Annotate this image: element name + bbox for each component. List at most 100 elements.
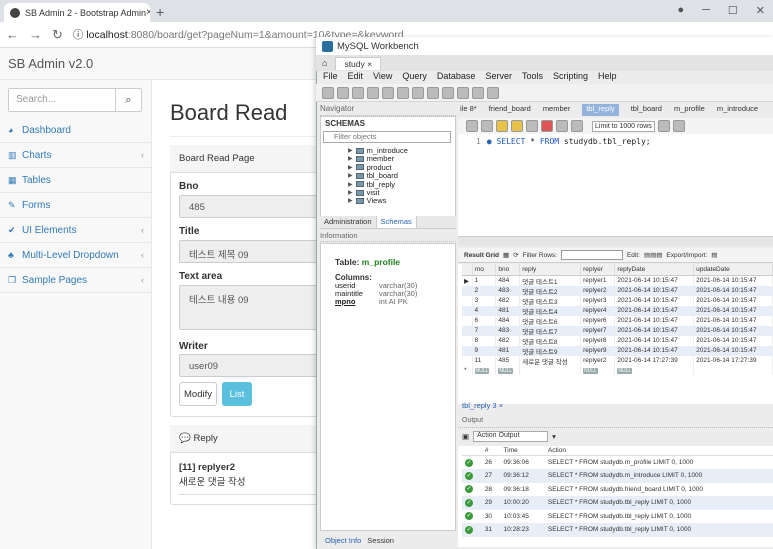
grid-cell[interactable]: replyer1 [580, 275, 616, 286]
grid-cell[interactable]: 3 [472, 295, 497, 306]
grid-cell[interactable]: 댓글 테스트8 [519, 335, 582, 346]
grid-cell[interactable]: 2021-06-14 10:15:47 [614, 275, 695, 286]
new-row[interactable]: * NULL NULL NULL NULL [462, 365, 773, 376]
menu-item[interactable]: Help [598, 71, 617, 84]
grid-cell[interactable]: 485 [495, 355, 521, 366]
navigator-tab[interactable]: Schemas [376, 216, 417, 228]
grid-cell[interactable]: 댓글 테스트7 [519, 325, 582, 336]
grid-cell[interactable]: NULL [580, 365, 616, 376]
bno-field[interactable]: 485 [179, 195, 320, 218]
grid-cell[interactable]: 483 [495, 325, 521, 336]
beautify-icon[interactable] [657, 120, 670, 132]
grid-cell[interactable]: 11 [472, 355, 497, 366]
sidebar-search[interactable]: Search... ⌕ [8, 88, 142, 112]
menu-item[interactable]: Edit [348, 71, 364, 84]
grid-cell[interactable]: replyer3 [580, 295, 616, 306]
grid-cell[interactable]: 2021-06-14 17:27:39 [693, 355, 773, 366]
sidebar-item[interactable]: ✎ Forms [0, 193, 152, 218]
table-row[interactable]: 7 483 댓글 테스트7 replyer7 2021-06-14 10:15:47 20… [462, 325, 773, 336]
sidebar-item[interactable]: ✔ UI Elements ‹ [0, 218, 152, 243]
grid-cell[interactable]: replyer2 [580, 355, 616, 366]
grid-cell[interactable]: 2021-06-14 10:15:47 [693, 285, 773, 296]
browser-tab[interactable]: SB Admin 2 - Bootstrap Admin × [4, 3, 150, 22]
expand-icon[interactable]: ▶ [348, 189, 353, 196]
grid-cell[interactable]: 2021-06-14 10:15:47 [693, 345, 773, 356]
toolbar-button-icon[interactable] [472, 86, 484, 99]
table-row[interactable]: 8 482 댓글 테스트8 replyer8 2021-06-14 10:15:47 20… [462, 335, 773, 346]
toolbar-button-icon[interactable] [457, 86, 469, 99]
grid-column-header[interactable]: replyDate [614, 264, 695, 276]
save-icon[interactable] [481, 120, 493, 132]
output-row[interactable]: ✓ 29 10:00:20 SELECT * FROM studydb.tbl_rep… [462, 496, 773, 510]
expand-icon[interactable]: ▶ [348, 155, 353, 162]
close-tab-icon[interactable]: × [146, 7, 150, 18]
expand-icon[interactable]: ▶ [348, 172, 353, 179]
menu-item[interactable]: Scripting [553, 71, 588, 84]
execute-line-icon[interactable] [511, 120, 523, 132]
grid-cell[interactable]: 482 [495, 335, 521, 346]
back-icon[interactable]: ← [6, 27, 19, 42]
grid-cell[interactable]: 482 [495, 295, 521, 306]
editor-scrollbar[interactable] [458, 236, 773, 246]
info-tab[interactable]: Session [367, 536, 394, 545]
grid-cell[interactable]: 2 [472, 285, 497, 296]
grid-cell[interactable]: 2021-06-14 17:27:39 [614, 355, 695, 366]
sql-line[interactable]: 1 ● SELECT * FROM studydb.tbl_reply; [476, 137, 651, 146]
grid-cell[interactable]: 2021-06-14 10:15:47 [614, 305, 695, 316]
grid-cell[interactable]: 2021-06-14 10:15:47 [693, 295, 773, 306]
chevron-left-icon[interactable]: ‹ [141, 275, 144, 285]
list-button[interactable]: List [222, 382, 252, 406]
action-output-select[interactable]: Action Output [473, 431, 549, 442]
grid-cell[interactable]: 댓글 테스트9 [519, 345, 582, 356]
grid-cell[interactable]: 481 [495, 305, 521, 316]
execute-icon[interactable] [496, 120, 508, 132]
commit-icon[interactable] [556, 120, 568, 132]
editor-tab[interactable]: m_profile [674, 104, 705, 116]
output-column-header[interactable]: Action [544, 446, 773, 456]
output-row[interactable]: ✓ 27 09:36:12 SELECT * FROM studydb.m_intro… [462, 469, 773, 483]
navigator-tab[interactable]: Administration [320, 216, 377, 228]
table-row[interactable]: 3 482 댓글 테스트3 replyer3 2021-06-14 10:15:47 20… [462, 295, 773, 306]
grid-cell[interactable]: 2021-06-14 10:15:47 [614, 345, 695, 356]
profile-icon[interactable]: ● [677, 4, 684, 17]
sidebar-item[interactable]: ◕ Dashboard [0, 118, 152, 143]
filter-objects-input[interactable]: Filter objects [323, 131, 451, 143]
grid-cell[interactable] [519, 365, 582, 376]
edit-icons[interactable]: ▤▤▤ [644, 251, 662, 259]
table-row[interactable]: 6 484 댓글 테스트6 replyer6 2021-06-14 10:15:47 20… [462, 315, 773, 326]
find-icon[interactable] [672, 120, 685, 132]
modify-button[interactable]: Modify [179, 382, 217, 406]
sidebar-item[interactable]: ▦ Tables [0, 168, 152, 193]
sidebar-item[interactable]: ❐ Sample Pages ‹ [0, 268, 152, 293]
grid-icon[interactable]: ▦ [503, 251, 509, 259]
chevron-down-icon[interactable]: ▾ [552, 432, 556, 441]
grid-cell[interactable]: 483 [495, 285, 521, 296]
grid-cell[interactable]: replyer8 [580, 335, 616, 346]
toolbar-button-icon[interactable] [382, 86, 394, 99]
editor-tab[interactable]: friend_board [489, 104, 531, 116]
editor-tab[interactable]: tbl_board [631, 104, 662, 116]
toolbar-button-icon[interactable] [397, 86, 409, 99]
table-row[interactable]: ▶ 1 484 댓글 테스트1 replyer1 2021-06-14 10:15:47 2… [462, 275, 773, 286]
grid-cell[interactable]: 2021-06-14 10:15:47 [614, 295, 695, 306]
output-row[interactable]: ✓ 30 10:03:45 SELECT * FROM studydb.tbl_rep… [462, 510, 773, 524]
grid-cell[interactable]: NULL [472, 365, 497, 376]
refresh-icon[interactable]: ⟳ [513, 251, 518, 259]
grid-cell[interactable]: 2021-06-14 10:15:47 [693, 315, 773, 326]
grid-cell[interactable]: replyer7 [580, 325, 616, 336]
search-icon[interactable]: ⌕ [115, 89, 141, 111]
chevron-left-icon[interactable]: ‹ [141, 150, 144, 160]
info-tab[interactable]: Object Info [325, 536, 361, 545]
grid-cell[interactable]: 484 [495, 275, 521, 286]
editor-tab[interactable]: ile 8* [460, 104, 477, 116]
toolbar-button-icon[interactable] [367, 86, 379, 99]
toolbar-button-icon[interactable] [412, 86, 424, 99]
chevron-left-icon[interactable]: ‹ [141, 225, 144, 235]
grid-cell[interactable]: 댓글 테스트6 [519, 315, 582, 326]
toolbar-button-icon[interactable] [322, 86, 334, 99]
maximize-icon[interactable]: ☐ [728, 4, 738, 17]
grid-column-header[interactable]: reply [519, 264, 582, 276]
rollback-icon[interactable] [571, 120, 583, 132]
grid-cell[interactable]: 2021-06-14 10:15:47 [614, 285, 695, 296]
grid-cell[interactable]: 새로운 댓글 작성 [519, 355, 582, 366]
